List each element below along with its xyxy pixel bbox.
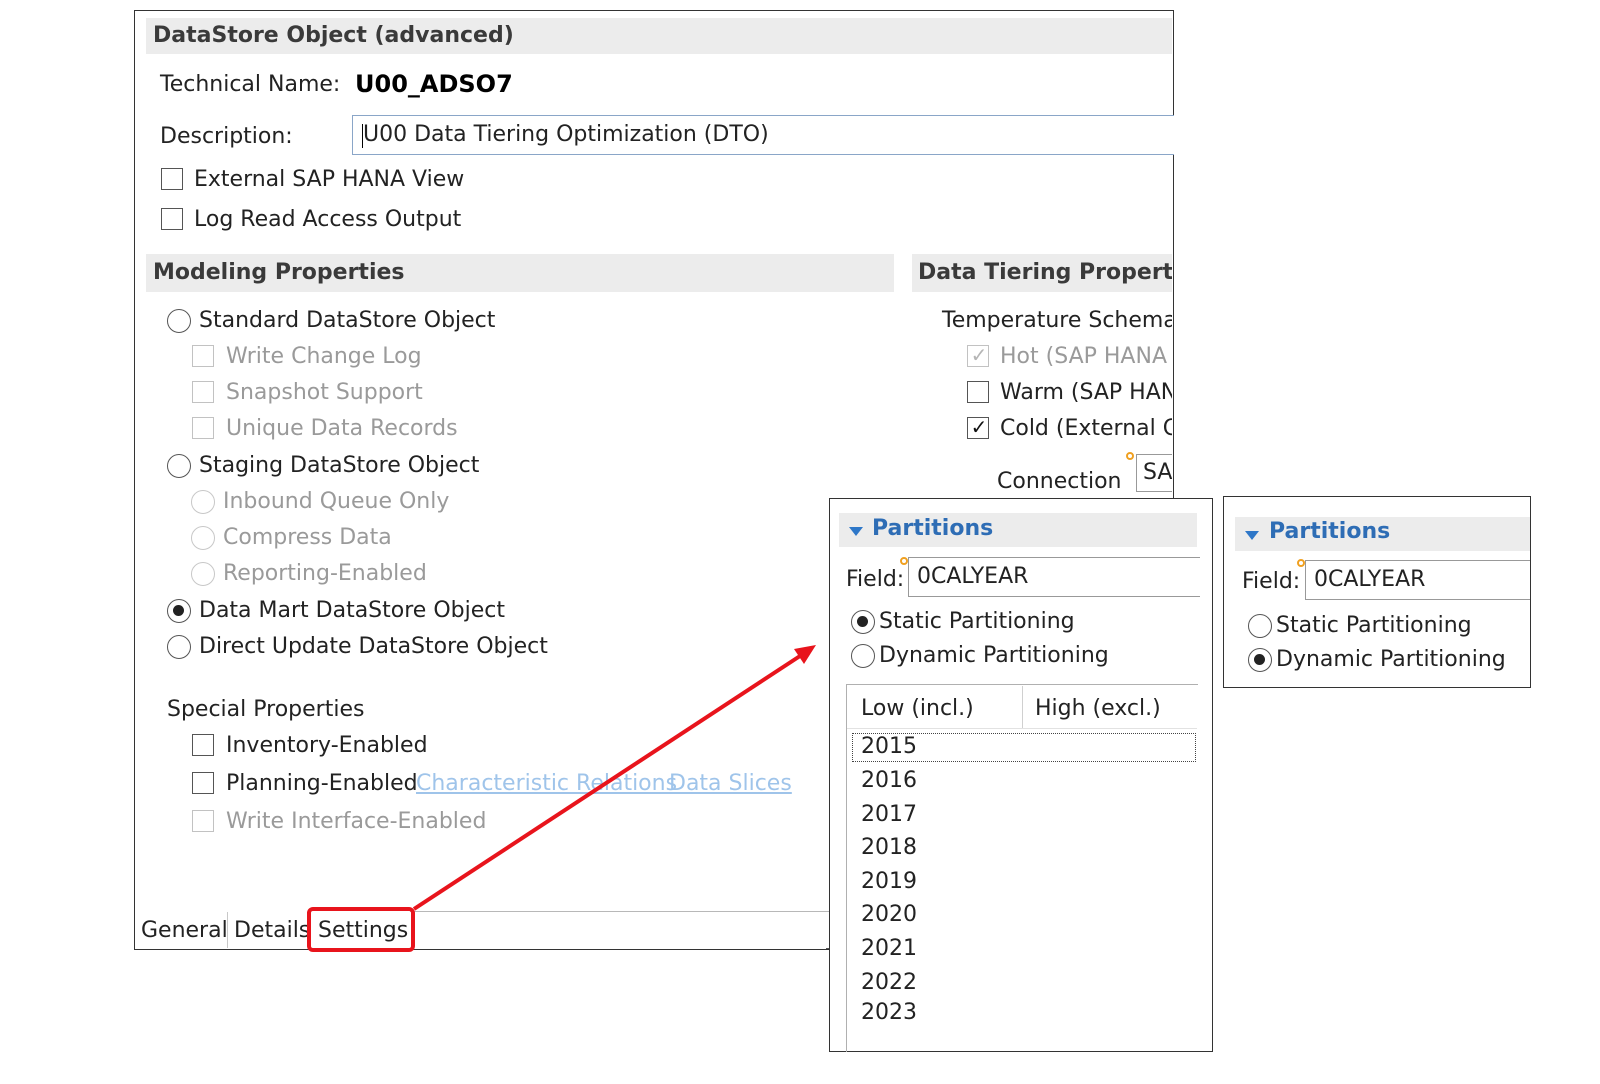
column-header-high[interactable]: High (excl.) [1035, 695, 1161, 723]
collapse-triangle-icon[interactable] [849, 527, 863, 536]
dynamic-partitioning-radio[interactable] [851, 644, 875, 668]
table-row[interactable]: 2018 [861, 834, 917, 862]
table-row[interactable]: 2019 [861, 868, 917, 896]
arrow-head [794, 645, 816, 664]
table-row[interactable]: 2020 [861, 901, 917, 929]
dynamic-partitioning-radio[interactable] [1248, 648, 1272, 672]
partitions-dynamic-header: Partitions [1269, 519, 1391, 544]
partitions-dynamic-field-value: 0CALYEAR [1314, 567, 1426, 592]
required-marker-icon [900, 557, 908, 565]
radio-selected-dot [857, 616, 868, 627]
table-row[interactable]: 2015 [861, 733, 917, 761]
static-partitioning-label: Static Partitioning [879, 609, 1075, 634]
radio-selected-dot [1254, 654, 1265, 665]
arrow-shaft [412, 654, 802, 911]
table-row[interactable]: 2023 [861, 999, 917, 1027]
dynamic-partitioning-label: Dynamic Partitioning [1276, 647, 1506, 672]
table-row[interactable]: 2017 [861, 801, 917, 829]
partitions-dynamic-panel: Partitions Field: 0CALYEAR Static Partit… [1223, 496, 1531, 688]
table-row[interactable]: 2016 [861, 767, 917, 795]
partitions-static-field-input[interactable]: 0CALYEAR [908, 557, 1200, 597]
partitions-static-field-label: Field: [846, 567, 905, 592]
partitions-static-field-value: 0CALYEAR [917, 564, 1029, 589]
dynamic-partitioning-label: Dynamic Partitioning [879, 643, 1109, 668]
static-partitioning-radio[interactable] [1248, 614, 1272, 638]
static-partitioning-label: Static Partitioning [1276, 613, 1472, 638]
table-header-bottom-line [847, 728, 1197, 729]
partitions-dynamic-field-label: Field: [1242, 569, 1301, 594]
partitions-static-panel: Partitions Field: 0CALYEAR Static Partit… [829, 498, 1213, 1052]
partitions-dynamic-field-input[interactable]: 0CALYEAR [1305, 560, 1530, 600]
static-partitioning-radio[interactable] [851, 610, 875, 634]
table-row[interactable]: 2022 [861, 969, 917, 997]
partitions-static-header: Partitions [872, 516, 994, 541]
table-column-divider [1022, 686, 1023, 728]
collapse-triangle-icon[interactable] [1245, 531, 1259, 540]
table-row[interactable]: 2021 [861, 935, 917, 963]
required-marker-icon [1297, 559, 1305, 567]
column-header-low[interactable]: Low (incl.) [861, 695, 974, 723]
